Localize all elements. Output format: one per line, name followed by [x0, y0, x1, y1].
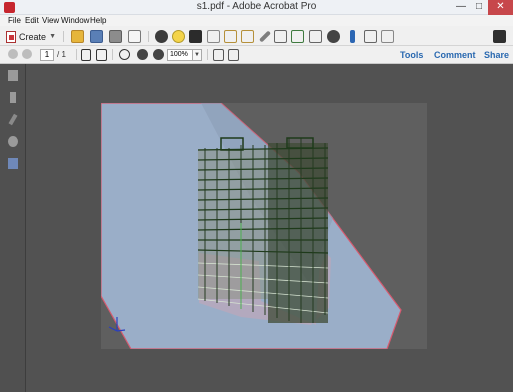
settings-icon[interactable]	[155, 30, 168, 43]
export-icon[interactable]	[241, 30, 254, 43]
page-number-input[interactable]: 1	[40, 49, 54, 61]
menu-view[interactable]: View	[42, 15, 59, 26]
page-thumbnails-icon[interactable]	[8, 70, 18, 81]
create-pdf-icon	[6, 30, 17, 43]
save-icon[interactable]	[90, 30, 103, 43]
create-button-label: Create	[19, 31, 47, 42]
zoom-out-icon[interactable]	[137, 49, 148, 60]
expand-tools-icon[interactable]	[493, 30, 506, 43]
next-page-icon[interactable]	[22, 49, 32, 59]
fit-page-icon[interactable]	[213, 49, 224, 61]
toolbar-separator	[76, 49, 77, 60]
navigation-toolbar: 1 / 1 100% ▼ Tools Comment Share	[0, 46, 513, 64]
window-title: s1.pdf - Adobe Acrobat Pro	[196, 1, 317, 12]
zoom-level-input[interactable]: 100%	[167, 49, 193, 61]
forms-icon[interactable]	[309, 30, 322, 43]
title-bar: s1.pdf - Adobe Acrobat Pro — □ ✕	[0, 0, 513, 15]
menu-help[interactable]: Help	[90, 15, 106, 26]
building-model-view	[101, 103, 402, 349]
stamp-icon[interactable]	[189, 30, 202, 43]
comment-link[interactable]: Comment	[434, 49, 476, 61]
security-icon[interactable]	[327, 30, 340, 43]
menu-edit[interactable]: Edit	[25, 15, 39, 26]
email-icon[interactable]	[128, 30, 141, 43]
tower-body-left	[198, 149, 268, 299]
hand-tool-icon[interactable]	[96, 49, 107, 61]
chevron-down-icon: ▼	[49, 33, 56, 40]
marquee-zoom-icon[interactable]	[119, 49, 130, 60]
tools-link[interactable]: Tools	[400, 49, 423, 61]
toolbar-separator	[148, 31, 149, 42]
menu-window[interactable]: Window	[61, 15, 89, 26]
page-icon[interactable]	[207, 30, 220, 43]
print-icon[interactable]	[109, 30, 122, 43]
close-button[interactable]: ✕	[488, 0, 513, 15]
zoom-dropdown-button[interactable]: ▼	[193, 49, 202, 61]
menu-file[interactable]: File	[8, 15, 21, 26]
previous-page-icon[interactable]	[8, 49, 18, 59]
toolbar-separator	[63, 31, 64, 42]
pdf-page-3d-view[interactable]	[101, 103, 427, 349]
layers-icon[interactable]	[8, 158, 18, 169]
note-icon[interactable]	[381, 30, 394, 43]
attach-file-icon[interactable]	[224, 30, 237, 43]
share-link[interactable]: Share	[484, 49, 509, 61]
edit-document-icon[interactable]	[274, 30, 287, 43]
pen-icon[interactable]	[258, 30, 272, 43]
toolbar-separator	[112, 49, 113, 60]
minimize-button[interactable]: —	[452, 0, 470, 15]
zoom-in-icon[interactable]	[153, 49, 164, 60]
attachments-icon[interactable]	[8, 113, 18, 126]
read-mode-icon[interactable]	[228, 49, 239, 61]
open-folder-icon[interactable]	[71, 30, 84, 43]
comment-bubble-icon[interactable]	[172, 30, 185, 43]
sign-icon[interactable]	[291, 30, 304, 43]
share-document-icon[interactable]	[364, 30, 377, 43]
menu-bar: File Edit View Window Help	[0, 15, 513, 26]
bookmarks-icon[interactable]	[10, 92, 16, 103]
create-button[interactable]: Create ▼	[5, 29, 57, 44]
main-toolbar: Create ▼	[0, 26, 513, 46]
page-total: / 1	[57, 50, 66, 59]
navigation-pane	[0, 64, 26, 392]
highlight-icon[interactable]	[350, 30, 355, 43]
select-cursor-icon[interactable]	[81, 49, 91, 61]
maximize-button[interactable]: □	[470, 0, 488, 15]
toolbar-separator	[207, 49, 208, 60]
signatures-icon[interactable]	[8, 136, 18, 147]
